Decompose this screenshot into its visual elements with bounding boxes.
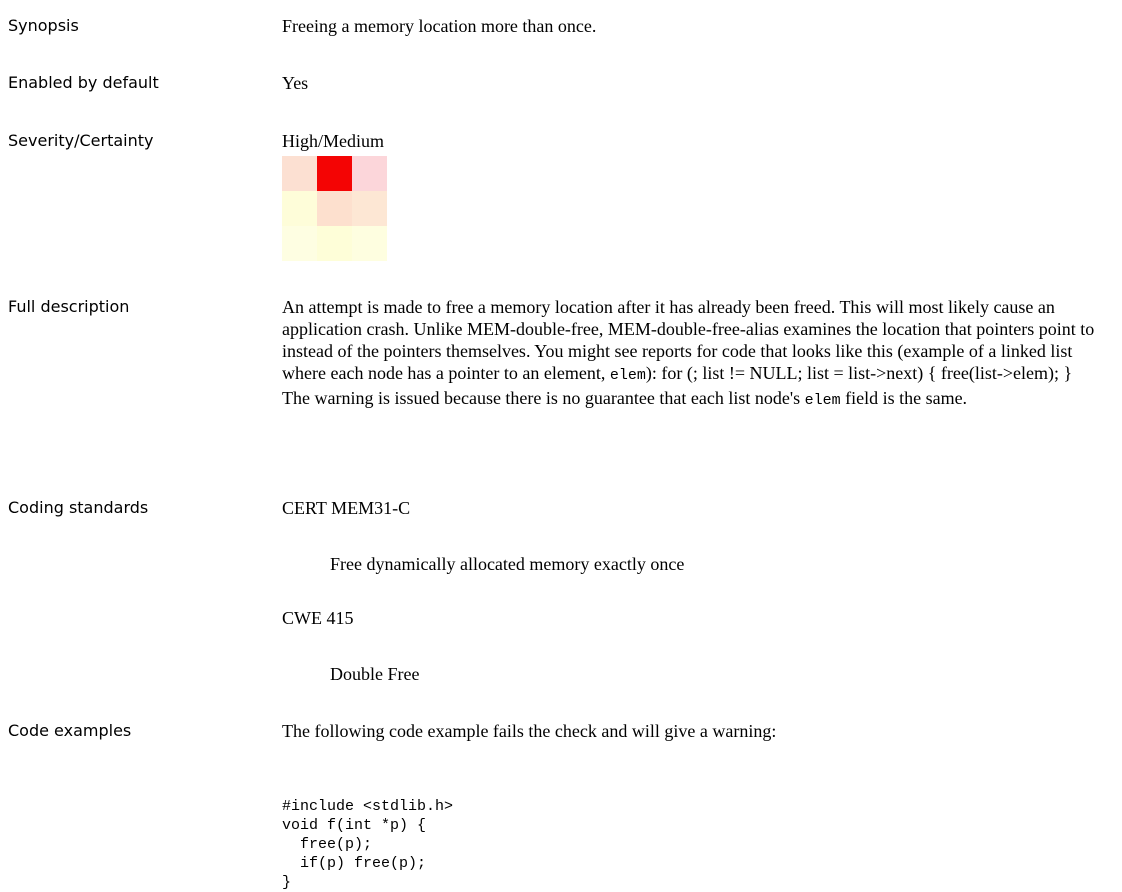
standard-description: Double Free [330, 664, 420, 684]
severity-grid-cell [352, 226, 387, 261]
severity-grid-cell [282, 226, 317, 261]
coding-standards-label: Coding standards [8, 498, 149, 517]
synopsis-label: Synopsis [8, 16, 79, 35]
severity-grid-cell [317, 226, 352, 261]
description-text-3: field is the same. [840, 388, 968, 408]
severity-grid-cell [352, 191, 387, 226]
code-examples-intro: The following code example fails the che… [282, 721, 777, 741]
code-examples-label: Code examples [8, 721, 132, 740]
standard-description: Free dynamically allocated memory exactl… [330, 554, 685, 574]
severity-grid-cell [282, 191, 317, 226]
severity-label: Severity/Certainty [8, 131, 154, 150]
severity-certainty-grid [282, 156, 387, 261]
standard-name: CWE 415 [282, 608, 354, 628]
full-description-label: Full description [8, 297, 130, 316]
description-code-2: elem [804, 392, 841, 409]
severity-value: High/Medium [282, 131, 384, 151]
enabled-value: Yes [282, 73, 309, 93]
severity-grid-cell [352, 156, 387, 191]
severity-grid-cell [317, 191, 352, 226]
code-example-block: #include <stdlib.h> void f(int *p) { fre… [282, 798, 454, 891]
standard-name: CERT MEM31-C [282, 498, 411, 518]
full-description-text: An attempt is made to free a memory loca… [282, 296, 1104, 412]
description-code-1: elem [609, 367, 646, 384]
severity-grid-cell [317, 156, 352, 191]
synopsis-value: Freeing a memory location more than once… [282, 16, 597, 36]
enabled-label: Enabled by default [8, 73, 159, 92]
severity-grid-cell [282, 156, 317, 191]
